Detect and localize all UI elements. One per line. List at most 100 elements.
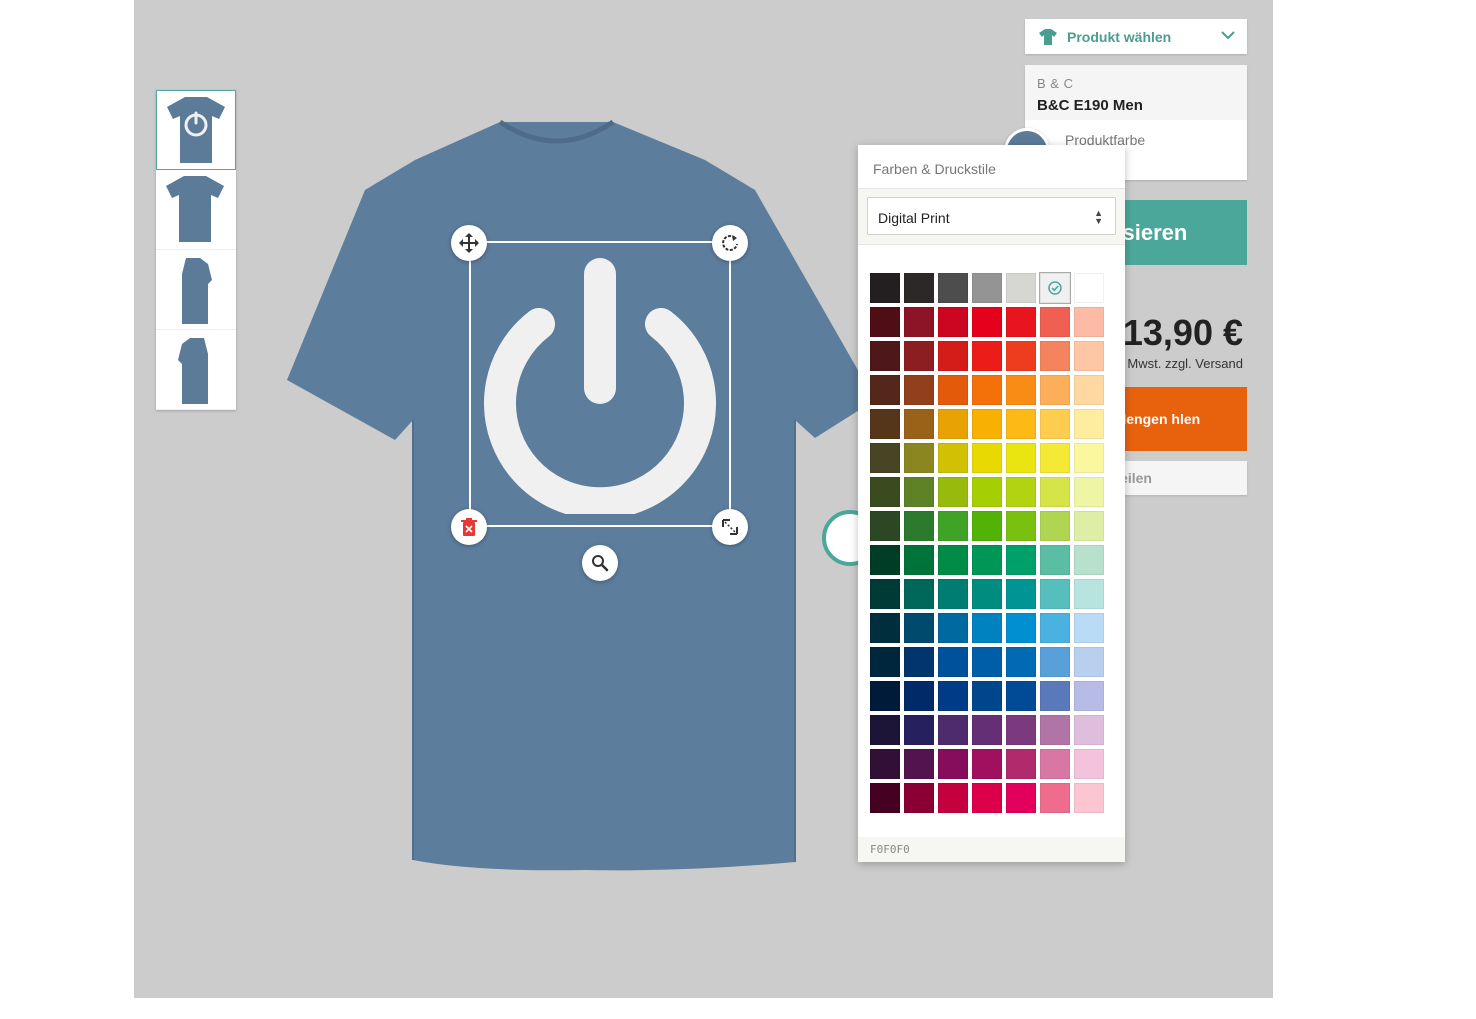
rotate-icon[interactable] xyxy=(712,225,748,261)
color-swatch[interactable] xyxy=(1074,273,1104,303)
color-swatch[interactable] xyxy=(904,749,934,779)
color-swatch[interactable] xyxy=(904,511,934,541)
color-swatch[interactable] xyxy=(870,375,900,405)
color-swatch[interactable] xyxy=(972,443,1002,473)
color-swatch[interactable] xyxy=(1006,647,1036,677)
color-swatch[interactable] xyxy=(1040,579,1070,609)
color-swatch[interactable] xyxy=(870,613,900,643)
color-swatch[interactable] xyxy=(1006,307,1036,337)
color-swatch[interactable] xyxy=(972,511,1002,541)
color-swatch[interactable] xyxy=(938,681,968,711)
color-swatch[interactable] xyxy=(870,477,900,507)
color-swatch[interactable] xyxy=(1074,409,1104,439)
color-swatch[interactable] xyxy=(1006,375,1036,405)
color-swatch[interactable] xyxy=(972,477,1002,507)
thumbnail-back[interactable] xyxy=(156,170,236,250)
color-swatch[interactable] xyxy=(972,341,1002,371)
color-swatch[interactable] xyxy=(1040,409,1070,439)
color-swatch[interactable] xyxy=(1040,477,1070,507)
color-swatch[interactable] xyxy=(1040,613,1070,643)
color-swatch[interactable] xyxy=(904,307,934,337)
color-swatch[interactable] xyxy=(938,477,968,507)
color-swatch[interactable] xyxy=(904,715,934,745)
color-swatch[interactable] xyxy=(870,715,900,745)
color-swatch[interactable] xyxy=(1006,579,1036,609)
color-swatch[interactable] xyxy=(938,783,968,813)
color-swatch[interactable] xyxy=(972,681,1002,711)
color-swatch[interactable] xyxy=(904,545,934,575)
color-swatch[interactable] xyxy=(1040,511,1070,541)
color-swatch[interactable] xyxy=(870,341,900,371)
color-swatch[interactable] xyxy=(1040,545,1070,575)
color-swatch[interactable] xyxy=(904,647,934,677)
product-select-dropdown[interactable]: Produkt wählen xyxy=(1025,19,1247,54)
color-swatch[interactable] xyxy=(904,409,934,439)
color-swatch[interactable] xyxy=(972,409,1002,439)
color-swatch[interactable] xyxy=(904,613,934,643)
color-swatch[interactable] xyxy=(938,545,968,575)
color-swatch[interactable] xyxy=(938,273,968,303)
color-swatch[interactable] xyxy=(1074,681,1104,711)
color-swatch[interactable] xyxy=(870,647,900,677)
color-swatch[interactable] xyxy=(1074,341,1104,371)
color-swatch[interactable] xyxy=(1040,307,1070,337)
color-swatch[interactable] xyxy=(1006,273,1036,303)
color-swatch[interactable] xyxy=(972,783,1002,813)
color-swatch[interactable] xyxy=(1040,375,1070,405)
color-swatch[interactable] xyxy=(972,647,1002,677)
color-swatch[interactable] xyxy=(1074,647,1104,677)
move-icon[interactable] xyxy=(451,225,487,261)
color-swatch[interactable] xyxy=(870,511,900,541)
thumbnail-right[interactable] xyxy=(156,330,236,410)
color-swatch[interactable] xyxy=(972,545,1002,575)
color-swatch[interactable] xyxy=(1006,545,1036,575)
color-swatch[interactable] xyxy=(938,511,968,541)
color-swatch[interactable] xyxy=(870,273,900,303)
resize-icon[interactable] xyxy=(712,509,748,545)
color-swatch[interactable] xyxy=(972,715,1002,745)
color-swatch[interactable] xyxy=(972,375,1002,405)
color-swatch[interactable] xyxy=(1040,783,1070,813)
color-swatch[interactable] xyxy=(1074,783,1104,813)
color-swatch[interactable] xyxy=(904,375,934,405)
color-swatch[interactable] xyxy=(1040,749,1070,779)
color-swatch[interactable] xyxy=(870,681,900,711)
color-swatch[interactable] xyxy=(938,647,968,677)
color-swatch[interactable] xyxy=(1040,647,1070,677)
design-selection-frame[interactable] xyxy=(469,241,731,527)
color-swatch[interactable] xyxy=(1074,307,1104,337)
color-swatch[interactable] xyxy=(904,681,934,711)
color-swatch[interactable] xyxy=(938,341,968,371)
color-swatch[interactable] xyxy=(904,783,934,813)
color-swatch[interactable] xyxy=(870,443,900,473)
zoom-icon[interactable] xyxy=(582,545,618,581)
color-swatch[interactable] xyxy=(1006,749,1036,779)
color-swatch[interactable] xyxy=(938,307,968,337)
color-swatch[interactable] xyxy=(1006,409,1036,439)
color-swatch[interactable] xyxy=(1074,579,1104,609)
color-swatch[interactable] xyxy=(972,749,1002,779)
color-swatch[interactable] xyxy=(870,545,900,575)
color-swatch[interactable] xyxy=(1006,783,1036,813)
color-swatch[interactable] xyxy=(938,749,968,779)
color-swatch[interactable] xyxy=(1006,477,1036,507)
color-swatch[interactable] xyxy=(1074,715,1104,745)
color-swatch[interactable] xyxy=(1006,341,1036,371)
color-swatch[interactable] xyxy=(1040,715,1070,745)
color-swatch[interactable] xyxy=(1040,681,1070,711)
color-swatch[interactable] xyxy=(1074,511,1104,541)
color-swatch[interactable] xyxy=(904,341,934,371)
color-swatch[interactable] xyxy=(938,613,968,643)
color-swatch[interactable] xyxy=(1074,443,1104,473)
thumbnail-front[interactable] xyxy=(156,90,236,170)
color-swatch[interactable] xyxy=(1074,749,1104,779)
thumbnail-left[interactable] xyxy=(156,250,236,330)
color-swatch[interactable] xyxy=(1006,511,1036,541)
color-swatch[interactable] xyxy=(1040,443,1070,473)
color-swatch[interactable] xyxy=(938,409,968,439)
color-swatch[interactable] xyxy=(870,579,900,609)
color-swatch[interactable] xyxy=(1074,545,1104,575)
color-swatch[interactable] xyxy=(1074,613,1104,643)
color-swatch[interactable] xyxy=(938,375,968,405)
color-swatch[interactable] xyxy=(904,477,934,507)
